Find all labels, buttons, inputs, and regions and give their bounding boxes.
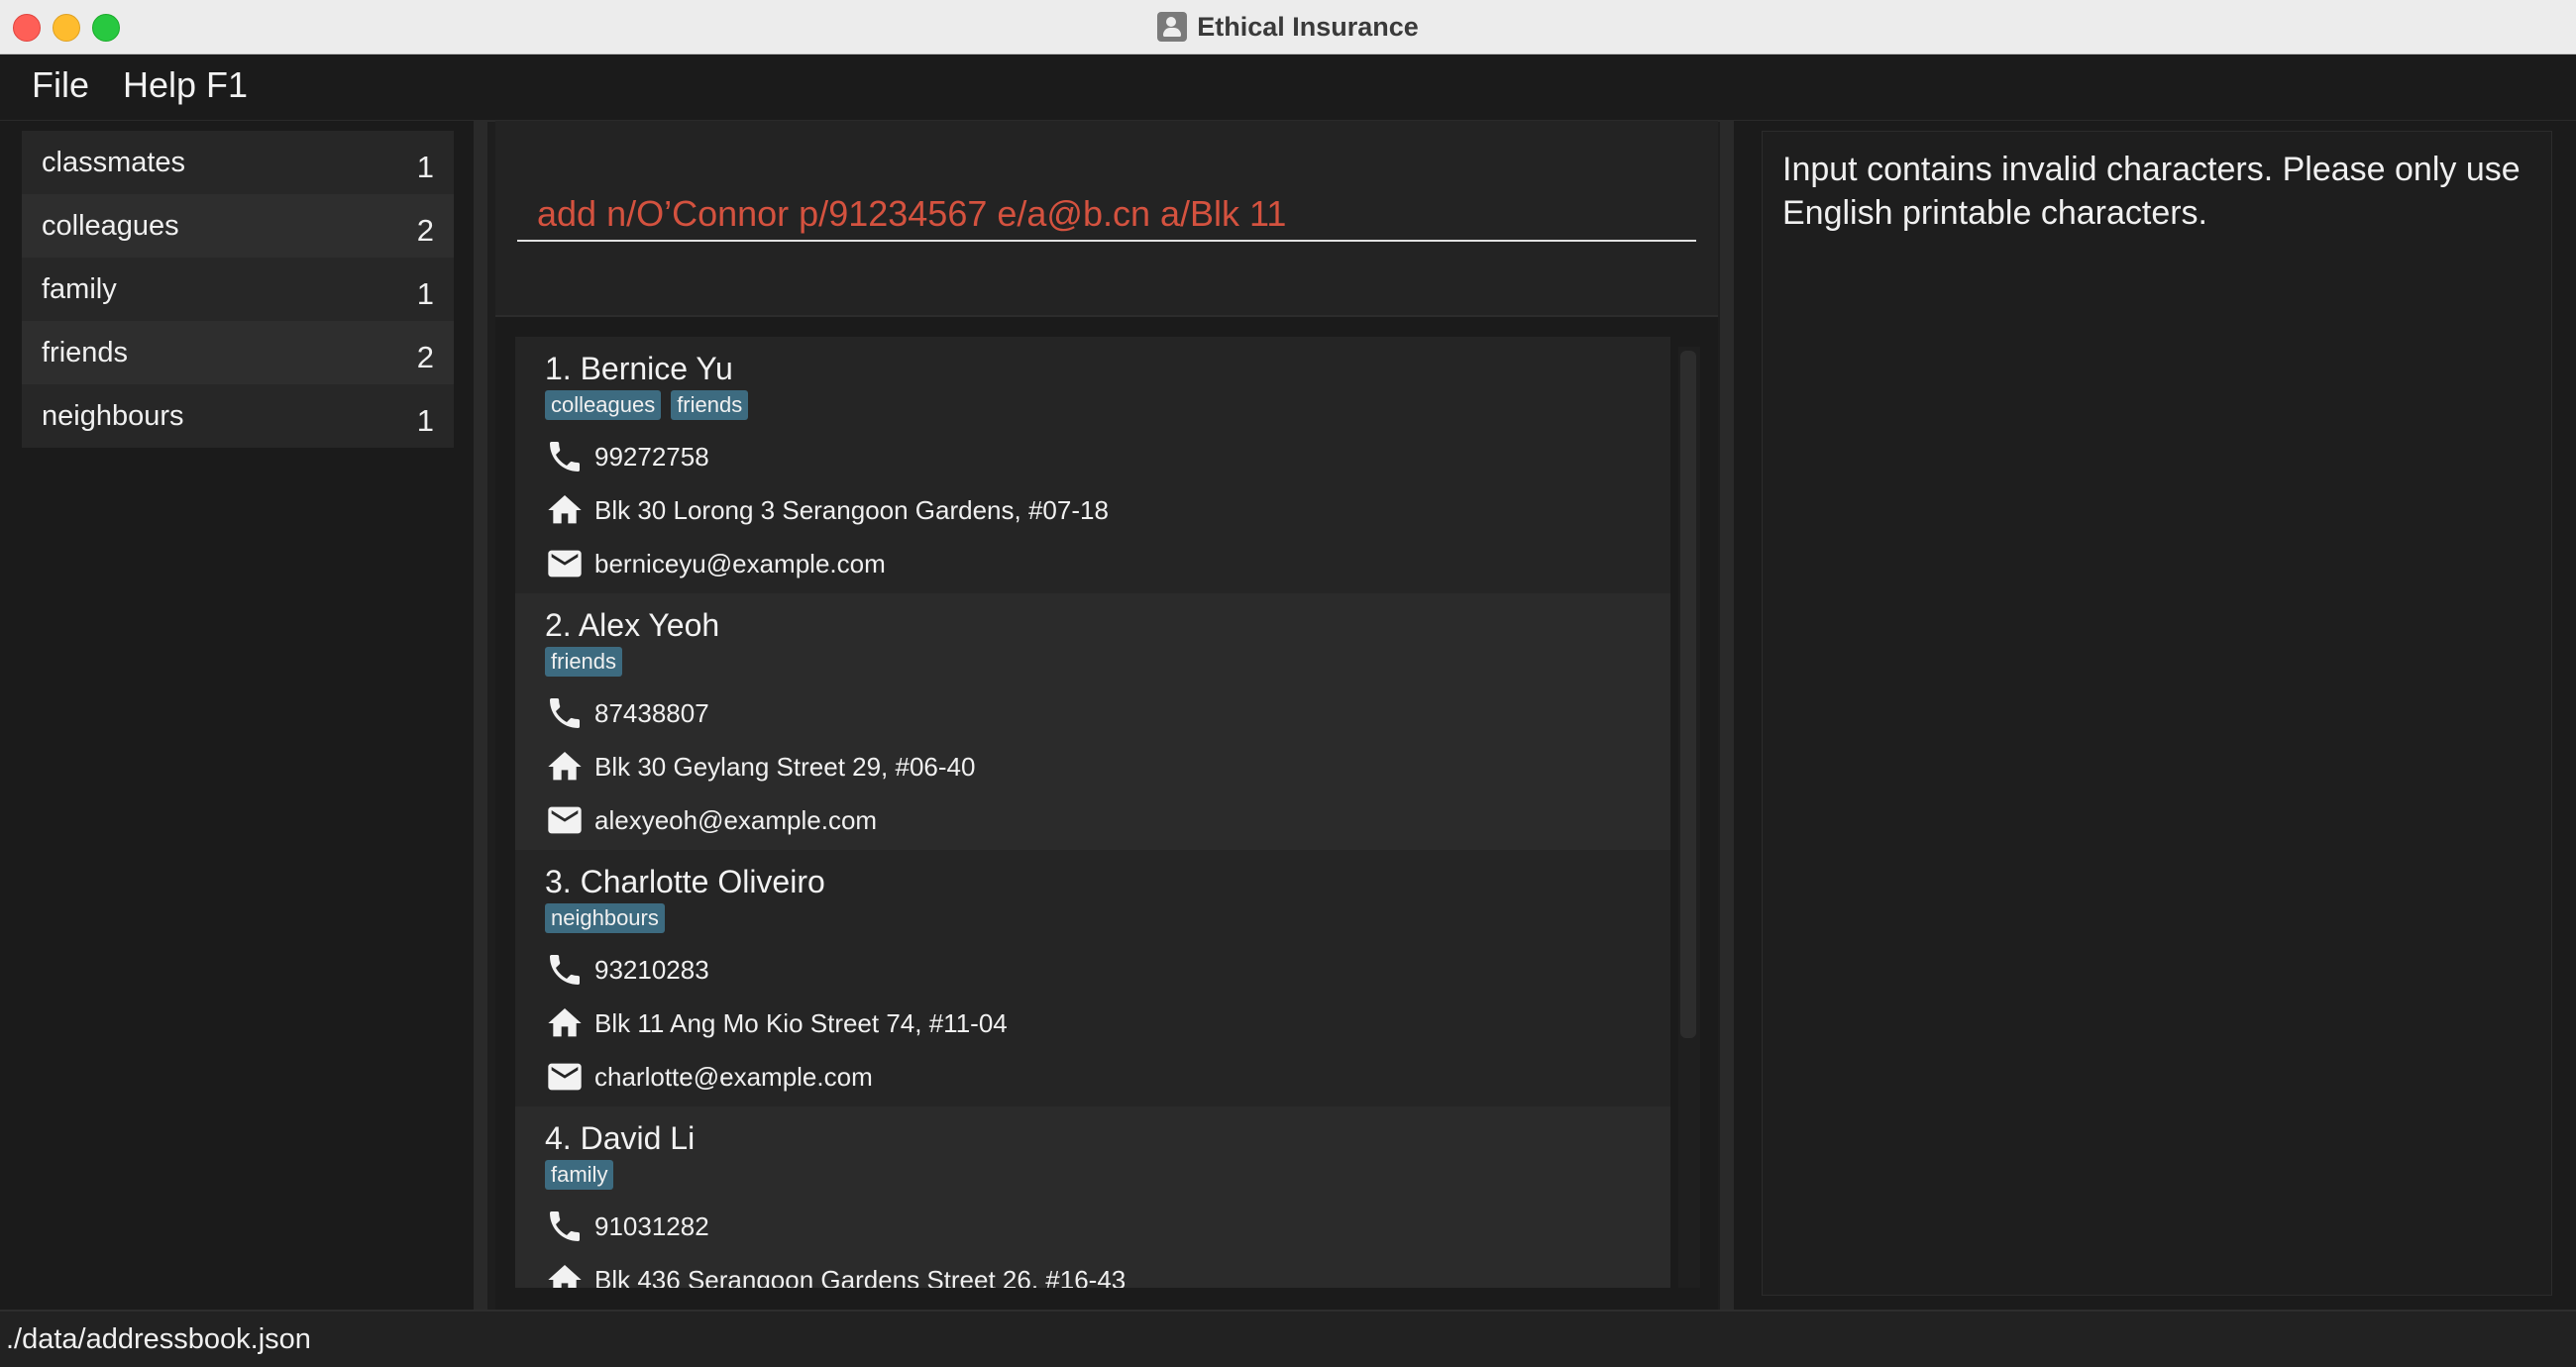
- person-card[interactable]: 1. Bernice Yu colleagues friends 99272758 Bl…: [515, 337, 1670, 593]
- tag-filter-count: 1: [416, 150, 434, 184]
- person-tags: family: [545, 1160, 1670, 1190]
- tag-filter-label: neighbours: [42, 399, 184, 432]
- result-panel: Input contains invalid characters. Pleas…: [1734, 121, 2576, 1310]
- person-phone: 91031282: [594, 1210, 709, 1241]
- person-tags: colleagues friends: [545, 390, 1670, 420]
- person-address: Blk 11 Ang Mo Kio Street 74, #11-04: [594, 1007, 1008, 1038]
- tag-badge: friends: [545, 647, 623, 677]
- person-tags: neighbours: [545, 903, 1670, 933]
- tag-badge: family: [545, 1160, 614, 1190]
- status-bar: ./data/addressbook.json: [0, 1310, 2576, 1367]
- home-icon: [545, 490, 585, 530]
- tag-filter-classmates[interactable]: classmates 1: [22, 131, 454, 194]
- person-name: 3. Charlotte Oliveiro: [545, 864, 825, 899]
- result-display: Input contains invalid characters. Pleas…: [1762, 131, 2552, 1296]
- phone-icon: [545, 950, 585, 990]
- home-icon: [545, 747, 585, 787]
- person-address-row: Blk 11 Ang Mo Kio Street 74, #11-04: [545, 997, 1670, 1050]
- tag-filter-label: colleagues: [42, 209, 179, 242]
- menu-help[interactable]: Help F1: [123, 64, 248, 106]
- person-phone-row: 91031282: [545, 1200, 1670, 1253]
- tag-filter-count: 2: [416, 340, 434, 374]
- tag-badge: friends: [671, 390, 749, 420]
- home-icon: [545, 1260, 585, 1288]
- tag-filter-count: 1: [416, 276, 434, 311]
- tag-filter-label: friends: [42, 336, 129, 368]
- tag-filter-count: 1: [416, 403, 434, 438]
- person-phone-row: 99272758: [545, 430, 1670, 483]
- person-name: 2. Alex Yeoh: [545, 607, 720, 643]
- menu-bar: File Help F1: [0, 54, 2576, 122]
- person-email: alexyeoh@example.com: [594, 804, 878, 835]
- person-phone-row: 93210283: [545, 943, 1670, 997]
- person-phone: 93210283: [594, 954, 709, 985]
- tag-filter-friends[interactable]: friends 2: [22, 321, 454, 384]
- person-address: Blk 30 Geylang Street 29, #06-40: [594, 751, 976, 782]
- phone-icon: [545, 693, 585, 733]
- command-box: add n/O’Connor p/91234567 e/a@b.cn a/Blk…: [495, 121, 1718, 317]
- window-title: Ethical Insurance: [1197, 11, 1419, 42]
- app-icon: [1157, 12, 1188, 42]
- panel-divider[interactable]: [1720, 121, 1734, 1310]
- person-name: 4. David Li: [545, 1120, 696, 1156]
- person-address-row: Blk 436 Serangoon Gardens Street 26, #16…: [545, 1253, 1670, 1288]
- person-email: berniceyu@example.com: [594, 548, 886, 578]
- mail-icon: [545, 544, 585, 583]
- mail-icon: [545, 800, 585, 840]
- person-address: Blk 436 Serangoon Gardens Street 26, #16…: [594, 1264, 1127, 1289]
- menu-file[interactable]: File: [32, 64, 89, 106]
- person-email: charlotte@example.com: [594, 1061, 873, 1092]
- command-input[interactable]: add n/O’Connor p/91234567 e/a@b.cn a/Blk…: [517, 188, 1696, 242]
- person-email-row: berniceyu@example.com: [545, 537, 1670, 590]
- tag-filter-colleagues[interactable]: colleagues 2: [22, 194, 454, 258]
- person-email-row: alexyeoh@example.com: [545, 793, 1670, 847]
- person-tags: friends: [545, 647, 1670, 677]
- tag-badge: neighbours: [545, 903, 665, 933]
- mail-icon: [545, 1057, 585, 1097]
- tag-panel: classmates 1 colleagues 2 family 1 friends 2 nei…: [0, 121, 487, 1310]
- tag-filter-count: 2: [416, 213, 434, 248]
- person-card[interactable]: 3. Charlotte Oliveiro neighbours 93210283 B…: [515, 850, 1670, 1106]
- home-icon: [545, 1003, 585, 1043]
- person-name: 1. Bernice Yu: [545, 351, 733, 386]
- scrollbar-thumb[interactable]: [1680, 351, 1696, 1038]
- person-phone: 99272758: [594, 441, 709, 472]
- tag-filter-label: classmates: [42, 146, 186, 178]
- person-address: Blk 30 Lorong 3 Serangoon Gardens, #07-1…: [594, 494, 1109, 525]
- main-panel: add n/O’Connor p/91234567 e/a@b.cn a/Blk…: [495, 121, 1718, 1310]
- window-titlebar: Ethical Insurance: [0, 0, 2576, 54]
- phone-icon: [545, 437, 585, 476]
- person-phone: 87438807: [594, 697, 709, 728]
- person-phone-row: 87438807: [545, 686, 1670, 740]
- person-address-row: Blk 30 Geylang Street 29, #06-40: [545, 740, 1670, 793]
- person-address-row: Blk 30 Lorong 3 Serangoon Gardens, #07-1…: [545, 483, 1670, 537]
- phone-icon: [545, 1207, 585, 1246]
- tag-filter-label: family: [42, 272, 117, 305]
- tag-filter-family[interactable]: family 1: [22, 258, 454, 321]
- tag-filter-neighbours[interactable]: neighbours 1: [22, 384, 454, 448]
- tag-list: classmates 1 colleagues 2 family 1 friends 2 nei…: [22, 131, 454, 448]
- person-list: 1. Bernice Yu colleagues friends 99272758 Bl…: [515, 337, 1670, 1288]
- person-email-row: charlotte@example.com: [545, 1050, 1670, 1104]
- tag-badge: colleagues: [545, 390, 662, 420]
- person-card[interactable]: 2. Alex Yeoh friends 87438807 Blk 30 Geylan…: [515, 593, 1670, 850]
- status-file-path: ./data/addressbook.json: [6, 1322, 311, 1355]
- person-card[interactable]: 4. David Li family 91031282 Blk 436 Serango…: [515, 1106, 1670, 1288]
